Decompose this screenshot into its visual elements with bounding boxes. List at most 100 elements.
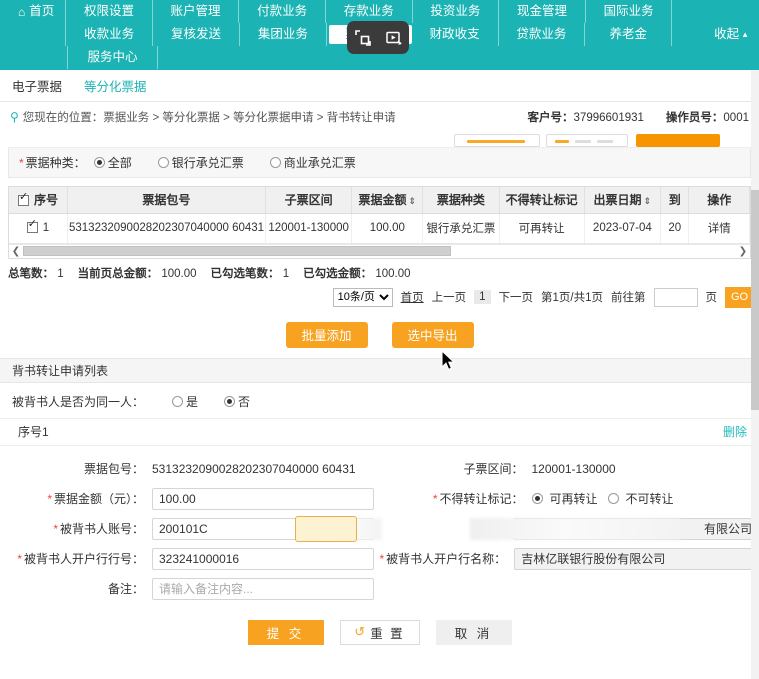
page-first-link[interactable]: 首页 <box>401 289 424 305</box>
nav-label: 存款业务 <box>344 0 394 23</box>
screen-record-icon[interactable] <box>385 29 403 47</box>
page-current[interactable]: 1 <box>474 290 490 304</box>
radio-icon <box>158 157 169 168</box>
th-sub-range: 子票区间 <box>265 187 352 213</box>
radio-non-transferable[interactable]: 不可转让 <box>608 490 674 507</box>
clipped-button-3[interactable] <box>636 134 720 147</box>
radio-bill-type-all[interactable]: 全部 <box>94 154 132 171</box>
nav-item-collection[interactable]: 收款业务 <box>66 23 153 46</box>
form-row-3: *被背书人账号： <box>0 514 759 544</box>
page-scrollbar-thumb[interactable] <box>751 190 759 410</box>
autocomplete-suggestion-box[interactable] <box>295 516 357 542</box>
required-marker: * <box>433 492 438 506</box>
th-issue-date[interactable]: 出票日期⇕ <box>584 187 661 213</box>
nav-item-review-send[interactable]: 复核发送 <box>153 23 240 46</box>
radio-transferable[interactable]: 可再转让 <box>532 490 598 507</box>
nav-item-payment[interactable]: 付款业务 <box>239 0 326 23</box>
tab-electronic-bill[interactable]: 电子票据 <box>12 76 62 95</box>
endorsee-acct-label: *被背书人账号： <box>0 520 152 537</box>
cell-sub-range: 120001-130000 <box>265 213 352 243</box>
chevron-left-icon[interactable]: ❮ <box>9 246 23 257</box>
clipped-button-2[interactable] <box>546 134 628 147</box>
reset-button[interactable]: ↺ 重 置 <box>340 620 420 645</box>
collapse-nav-button[interactable]: 收起 ▲ <box>714 23 749 46</box>
detail-link[interactable]: 详情 <box>689 213 750 243</box>
nav-item-fiscal[interactable]: 财政收支 <box>412 23 499 46</box>
bill-pack-no-value: 5313232090028202307040000 60431 <box>152 462 356 476</box>
select-all-checkbox[interactable] <box>18 195 29 206</box>
nav-item-home[interactable]: ⌂ 首页 <box>0 0 66 23</box>
nav-label: 国际业务 <box>604 0 654 23</box>
export-selected-button[interactable]: 选中导出 <box>392 322 474 348</box>
amount-input[interactable] <box>152 488 374 510</box>
chevron-right-icon[interactable]: ❯ <box>736 246 750 257</box>
page-prev-link[interactable]: 上一页 <box>432 289 467 305</box>
nav-item-home-label: 首页 <box>29 0 54 23</box>
nav-item-pension[interactable]: 养老金 <box>585 23 672 46</box>
scroll-thumb[interactable] <box>23 246 451 256</box>
radio-same-endorsee-yes[interactable]: 是 <box>172 393 198 410</box>
total-count-label: 总笔数： <box>8 268 54 280</box>
cell-index[interactable]: 1 <box>9 213 68 243</box>
remark-input[interactable] <box>152 578 374 600</box>
nav-item-loan[interactable]: 贷款业务 <box>499 23 586 46</box>
cell-due-date: 20 <box>661 213 689 243</box>
endorsee-bank-name-input[interactable] <box>514 548 759 570</box>
th-amount[interactable]: 票据金额⇕ <box>352 187 423 213</box>
submit-button[interactable]: 提 交 <box>248 620 324 645</box>
operator-no-label: 操作员号： <box>666 112 724 124</box>
form-row-4: *被背书人开户行行号： *被背书人开户行名称： <box>0 544 759 574</box>
redaction-blur-name <box>470 518 680 540</box>
screenshot-region-icon[interactable] <box>354 29 372 47</box>
scroll-track[interactable] <box>23 246 736 256</box>
page-scrollbar[interactable] <box>751 70 759 679</box>
form-row-1: 票据包号： 5313232090028202307040000 60431 子票… <box>0 454 759 484</box>
page-size-select[interactable]: 10条/页 20条/页 50条/页 <box>333 288 393 307</box>
sub-range-label: 子票区间： <box>380 460 532 477</box>
caret-up-icon: ▲ <box>741 23 749 46</box>
row-checkbox[interactable] <box>27 222 38 233</box>
nav-item-permissions[interactable]: 权限设置 <box>66 0 153 23</box>
batch-add-button[interactable]: 批量添加 <box>286 322 368 348</box>
screen-capture-widget[interactable] <box>347 21 409 54</box>
nav-item-service-center[interactable]: 服务中心 <box>68 46 158 69</box>
field-endorsee-bank-no: *被背书人开户行行号： <box>0 548 380 570</box>
endorsement-form: 票据包号： 5313232090028202307040000 60431 子票… <box>0 446 759 604</box>
sort-icon[interactable]: ⇕ <box>644 196 652 207</box>
go-button[interactable]: GO <box>725 287 751 308</box>
table-header-row: 序号 票据包号 子票区间 票据金额⇕ 票据种类 不得转让标记 出票日期⇕ 到 操… <box>9 187 750 213</box>
delete-link[interactable]: 删除 <box>723 423 747 440</box>
nav-label: 权限设置 <box>84 0 134 23</box>
page-next-link[interactable]: 下一页 <box>499 289 534 305</box>
endorsee-bank-no-input[interactable] <box>152 548 374 570</box>
section-title: 背书转让申请列表 <box>0 358 759 383</box>
radio-bill-type-bank[interactable]: 银行承兑汇票 <box>158 154 244 171</box>
goto-page-input[interactable] <box>654 288 698 307</box>
nav-item-investment[interactable]: 投资业务 <box>413 0 500 23</box>
item-header: 序号1 删除 <box>0 418 759 446</box>
clipped-button-1[interactable] <box>454 134 540 147</box>
th-index[interactable]: 序号 <box>9 187 68 213</box>
required-marker: * <box>19 156 24 170</box>
bill-table: 序号 票据包号 子票区间 票据金额⇕ 票据种类 不得转让标记 出票日期⇕ 到 操… <box>8 186 751 259</box>
table-row[interactable]: 1 5313232090028202307040000 60431 120001… <box>9 213 750 243</box>
th-due-date: 到 <box>661 187 689 213</box>
table-actions: 批量添加 选中导出 <box>0 308 759 358</box>
cancel-button[interactable]: 取 消 <box>436 620 512 645</box>
nav-item-deposit[interactable]: 存款业务 <box>326 0 413 23</box>
nav-item-cash-mgmt[interactable]: 现金管理 <box>499 0 586 23</box>
radio-bill-type-commercial[interactable]: 商业承兑汇票 <box>270 154 356 171</box>
customer-no-label: 客户号： <box>528 112 574 124</box>
radio-same-endorsee-no[interactable]: 否 <box>224 393 250 410</box>
endorsee-bank-name-label: *被背书人开户行名称： <box>380 550 515 567</box>
tab-fractional-bill[interactable]: 等分化票据 <box>84 76 147 95</box>
sort-icon[interactable]: ⇕ <box>409 196 417 207</box>
nav-label: 现金管理 <box>517 0 567 23</box>
page-info: 第1页/共1页 <box>541 289 603 305</box>
nav-item-international[interactable]: 国际业务 <box>586 0 673 23</box>
th-label: 序号 <box>34 193 58 207</box>
table-horizontal-scrollbar[interactable]: ❮ ❯ <box>9 244 750 258</box>
nav-item-group-business[interactable]: 集团业务 <box>240 23 327 46</box>
bill-type-filter: * 票据种类： 全部 银行承兑汇票 商业承兑汇票 <box>8 148 751 178</box>
nav-item-account-mgmt[interactable]: 账户管理 <box>153 0 240 23</box>
